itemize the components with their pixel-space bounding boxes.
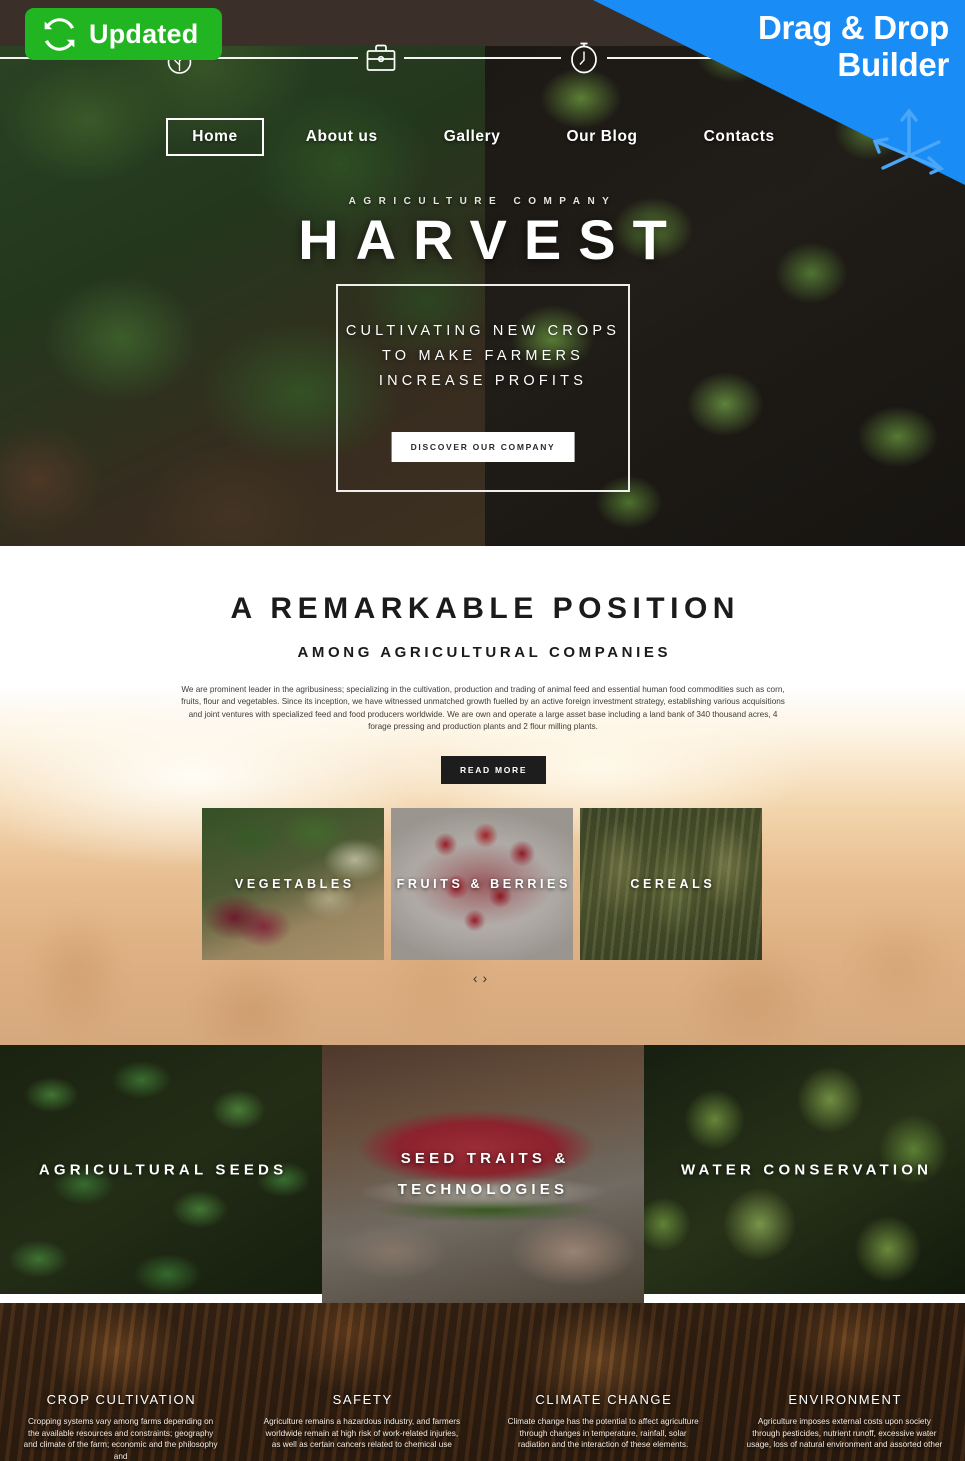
category-card-cereals[interactable]: CEREALS xyxy=(580,808,762,960)
category-card-label: FRUITS & BERRIES xyxy=(396,877,571,891)
services-labels-row: CROP CULTIVATION SAFETY CLIMATE CHANGE E… xyxy=(0,1392,965,1407)
divider-line xyxy=(404,57,561,59)
carousel-controls: ‹› xyxy=(0,970,965,986)
page-subtitle: AMONG AGRICULTURAL COMPANIES xyxy=(297,644,672,661)
hero-tagline: CULTIVATING NEW CROPS TO MAKE FARMERS IN… xyxy=(345,323,621,389)
feature-panels: AGRICULTURAL SEEDS SEED TRAITS & TECHNOL… xyxy=(0,1045,965,1303)
panel-agricultural-seeds[interactable]: AGRICULTURAL SEEDS xyxy=(0,1045,322,1294)
carousel-prev-icon[interactable]: ‹ xyxy=(473,970,483,986)
hero-tagline-box: CULTIVATING NEW CROPS TO MAKE FARMERS IN… xyxy=(336,284,630,492)
panel-label: SEED TRAITS & TECHNOLOGIES xyxy=(397,1150,570,1198)
category-card-vegetables[interactable]: VEGETABLES xyxy=(202,808,384,960)
service-desc-safety: Agriculture remains a hazardous industry… xyxy=(263,1417,461,1449)
drag-drop-ribbon: Drag & Drop Builder xyxy=(593,0,965,185)
panel-label: WATER CONSERVATION xyxy=(681,1161,933,1178)
panel-seed-traits-technologies[interactable]: SEED TRAITS & TECHNOLOGIES xyxy=(322,1045,644,1303)
category-card-fruits-berries[interactable]: FRUITS & BERRIES xyxy=(391,808,573,960)
nav-item-home[interactable]: Home xyxy=(166,118,264,156)
page-root: Updated Drag & Drop Builder Home About u… xyxy=(0,0,965,1461)
service-label-environment: ENVIRONMENT xyxy=(788,1392,902,1407)
briefcase-icon xyxy=(358,43,404,73)
refresh-icon xyxy=(44,17,75,51)
drag-arrows-icon xyxy=(872,108,945,175)
category-card-label: CEREALS xyxy=(630,877,716,891)
hero-eyebrow: AGRICULTURE COMPANY xyxy=(348,196,617,207)
updated-badge: Updated xyxy=(25,8,223,60)
ribbon-line-2: Builder xyxy=(837,45,949,83)
read-more-button[interactable]: READ MORE xyxy=(441,756,547,784)
ribbon-line-1: Drag & Drop xyxy=(757,9,949,46)
intro-paragraph: We are prominent leader in the agribusin… xyxy=(181,685,785,732)
hero-title: HARVEST xyxy=(298,208,684,271)
service-desc-climate-change: Climate change has the potential to affe… xyxy=(507,1417,699,1449)
divider-line xyxy=(202,57,359,59)
discover-our-company-button[interactable]: DISCOVER OUR COMPANY xyxy=(391,432,575,462)
category-carousel: VEGETABLES FRUITS & BERRIES CEREALS xyxy=(202,808,764,960)
ribbon-text: Drag & Drop Builder xyxy=(609,9,949,84)
services-descriptions-row: Cropping systems vary among farms depend… xyxy=(0,1416,965,1461)
service-desc-crop-cultivation: Cropping systems vary among farms depend… xyxy=(23,1417,218,1461)
page-title: A REMARKABLE POSITION xyxy=(230,592,740,625)
updated-badge-label: Updated xyxy=(89,18,199,49)
service-desc-environment: Agriculture imposes external costs upon … xyxy=(746,1417,943,1449)
panel-label: AGRICULTURAL SEEDS xyxy=(38,1161,288,1178)
panel-water-conservation[interactable]: WATER CONSERVATION xyxy=(644,1045,965,1294)
service-label-climate-change: CLIMATE CHANGE xyxy=(535,1392,673,1407)
nav-item-about-us[interactable]: About us xyxy=(273,120,411,154)
category-card-label: VEGETABLES xyxy=(234,877,355,891)
service-label-safety: SAFETY xyxy=(332,1392,393,1407)
nav-item-gallery[interactable]: Gallery xyxy=(411,120,534,154)
service-label-crop-cultivation: CROP CULTIVATION xyxy=(46,1392,197,1407)
carousel-next-icon[interactable]: › xyxy=(483,970,493,986)
